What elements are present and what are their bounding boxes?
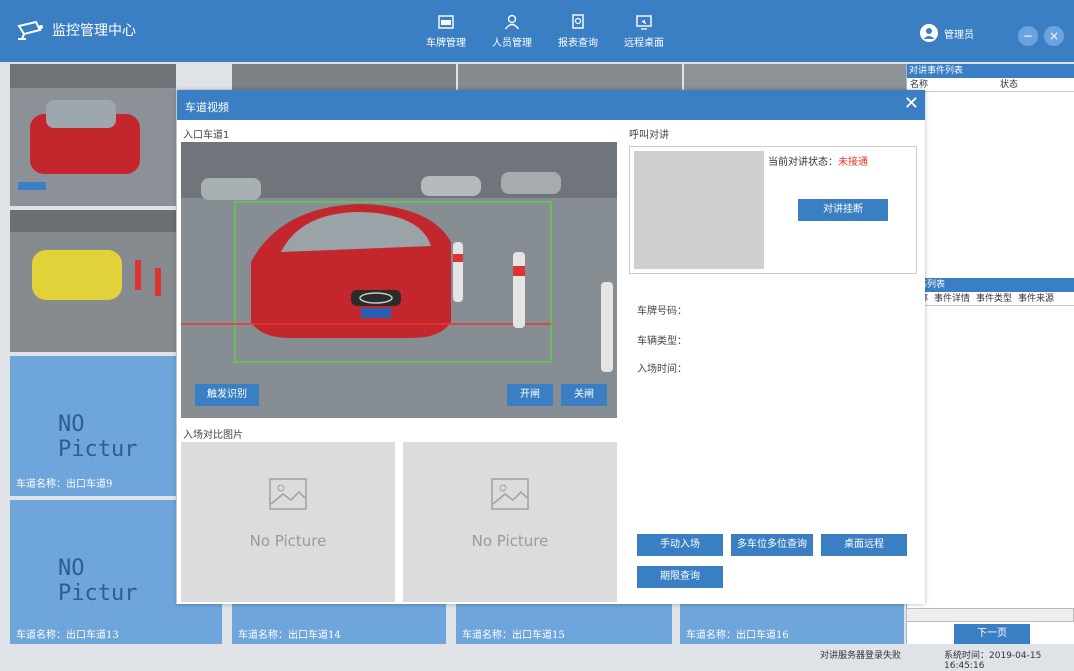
nav-label: 报表查询 (558, 38, 598, 49)
logo: 监控管理中心 (16, 20, 136, 40)
user-name: 管理员 (944, 29, 974, 41)
hangup-button[interactable]: 对讲挂断 (798, 199, 888, 221)
video-cell-3[interactable] (458, 64, 682, 92)
video-cell-9[interactable]: NO Pictur 车道名称：出口车道9 (10, 356, 176, 496)
talk-event-list-body (907, 92, 1074, 278)
app-title: 监控管理中心 (52, 23, 136, 39)
talk-event-list-header: 名称 状态 (907, 78, 1074, 92)
image-placeholder-icon (491, 478, 529, 510)
person-icon (504, 14, 520, 30)
plate-number-label: 车牌号码： (637, 306, 687, 317)
right-panel: 对讲事件列表 名称 状态 状态列表 名称 事件详情 事件类型 事件来源 (906, 64, 1074, 644)
remote-desktop-button[interactable]: 桌面远程 (821, 534, 907, 556)
close-gate-button[interactable]: 关闸 (561, 384, 607, 406)
video-cell-4[interactable] (684, 64, 906, 92)
open-gate-button[interactable]: 开闸 (507, 384, 553, 406)
lane-camera-image (10, 64, 176, 206)
image-placeholder-icon (269, 478, 307, 510)
video-cell-1[interactable] (10, 64, 176, 206)
no-picture-text: NO Pictur (58, 556, 138, 604)
lane-video-feed: 触发识别 开闸 关闸 (181, 142, 617, 418)
main-nav: 车牌管理 人员管理 报表查询 远程桌面 (418, 14, 672, 49)
dialog-title: 车道视频 (185, 101, 229, 114)
camera-logo-icon (17, 20, 43, 40)
avatar-icon (920, 24, 938, 42)
col-event-type: 事件类型 (976, 294, 1013, 304)
lane-cell-14[interactable]: 车道名称：出口车道14 (232, 604, 446, 644)
video-cell-5[interactable] (10, 210, 176, 352)
top-bar: 监控管理中心 车牌管理 人员管理 报表查询 远程桌面 管理员 − × (0, 0, 1074, 62)
close-window-button[interactable]: × (1044, 26, 1064, 46)
call-status-value: 未接通 (838, 157, 868, 168)
call-intercom-label: 呼叫对讲 (629, 130, 669, 141)
col-event-source: 事件来源 (1018, 294, 1055, 304)
lane-name: 车道名称：出口车道9 (16, 479, 113, 490)
nav-person-management[interactable]: 人员管理 (484, 14, 540, 49)
lane-cell-13[interactable]: 车道名称：出口车道13 (10, 604, 222, 644)
trigger-recognition-button[interactable]: 触发识别 (195, 384, 259, 406)
close-icon[interactable]: ✕ (904, 94, 919, 114)
horizontal-scrollbar[interactable] (906, 608, 1074, 622)
status-list-header: 名称 事件详情 事件类型 事件来源 (907, 292, 1074, 306)
call-status-label: 当前对讲状态： (768, 157, 838, 168)
lane-cell-16[interactable]: 车道名称：出口车道16 (680, 604, 904, 644)
next-page-button[interactable]: 下一页 (954, 624, 1030, 644)
no-picture-label: No Picture (249, 532, 327, 550)
intercom-panel: 当前对讲状态：未接通 对讲挂断 (629, 146, 917, 274)
user-menu[interactable]: 管理员 (920, 24, 974, 42)
nav-plate-management[interactable]: 车牌管理 (418, 14, 474, 49)
no-picture-text: NO Pictur (58, 412, 138, 462)
nav-label: 远程桌面 (624, 38, 664, 49)
nav-report-query[interactable]: 报表查询 (550, 14, 606, 49)
compare-images-label: 入场对比图片 (183, 430, 243, 441)
car-video-image (181, 142, 617, 418)
multi-space-query-button[interactable]: 多车位多位查询 (731, 534, 813, 556)
call-status: 当前对讲状态：未接通 (768, 153, 868, 168)
lane-cell-15[interactable]: 车道名称：出口车道15 (456, 604, 672, 644)
period-query-button[interactable]: 期限查询 (637, 566, 723, 588)
lane-name: 车道名称：出口车道16 (686, 630, 789, 641)
talk-event-list-title: 对讲事件列表 (907, 64, 1074, 78)
lane-name: 车道名称：出口车道14 (238, 630, 341, 641)
col-status: 状态 (1000, 80, 1019, 90)
plate-icon (438, 15, 454, 29)
lane-name: 车道名称：出口车道13 (16, 630, 119, 641)
intercom-video (634, 151, 764, 269)
col-event-detail: 事件详情 (934, 294, 971, 304)
remote-desktop-icon (636, 15, 652, 30)
report-icon (572, 14, 584, 29)
entry-lane-label: 入口车道1 (183, 130, 230, 141)
system-time: 系统时间：2019-04-15 16:45:16 (944, 651, 1042, 671)
compare-image-1: No Picture (181, 442, 395, 602)
lane-name: 车道名称：出口车道15 (462, 630, 565, 641)
video-cell-2[interactable] (232, 64, 456, 92)
nav-label: 人员管理 (492, 38, 532, 49)
entry-time-label: 入场时间： (637, 364, 687, 375)
minimize-button[interactable]: − (1018, 26, 1038, 46)
lane-video-dialog: 车道视频 ✕ 入口车道1 触发识别 开闸 关闸 入场对比图片 No Pictur… (177, 90, 925, 604)
no-picture-label: No Picture (471, 532, 549, 550)
video-cell-13[interactable]: NO Pictur (10, 500, 176, 604)
nav-label: 车牌管理 (426, 38, 466, 49)
manual-entry-button[interactable]: 手动入场 (637, 534, 723, 556)
nav-remote-desktop[interactable]: 远程桌面 (616, 14, 672, 49)
server-status: 对讲服务器登录失败 (820, 651, 902, 661)
dialog-header: 车道视频 ✕ (177, 90, 925, 120)
lane-camera-image (10, 210, 176, 352)
vehicle-type-label: 车辆类型： (637, 336, 687, 347)
status-list-title: 状态列表 (907, 278, 1074, 292)
compare-image-2: No Picture (403, 442, 617, 602)
